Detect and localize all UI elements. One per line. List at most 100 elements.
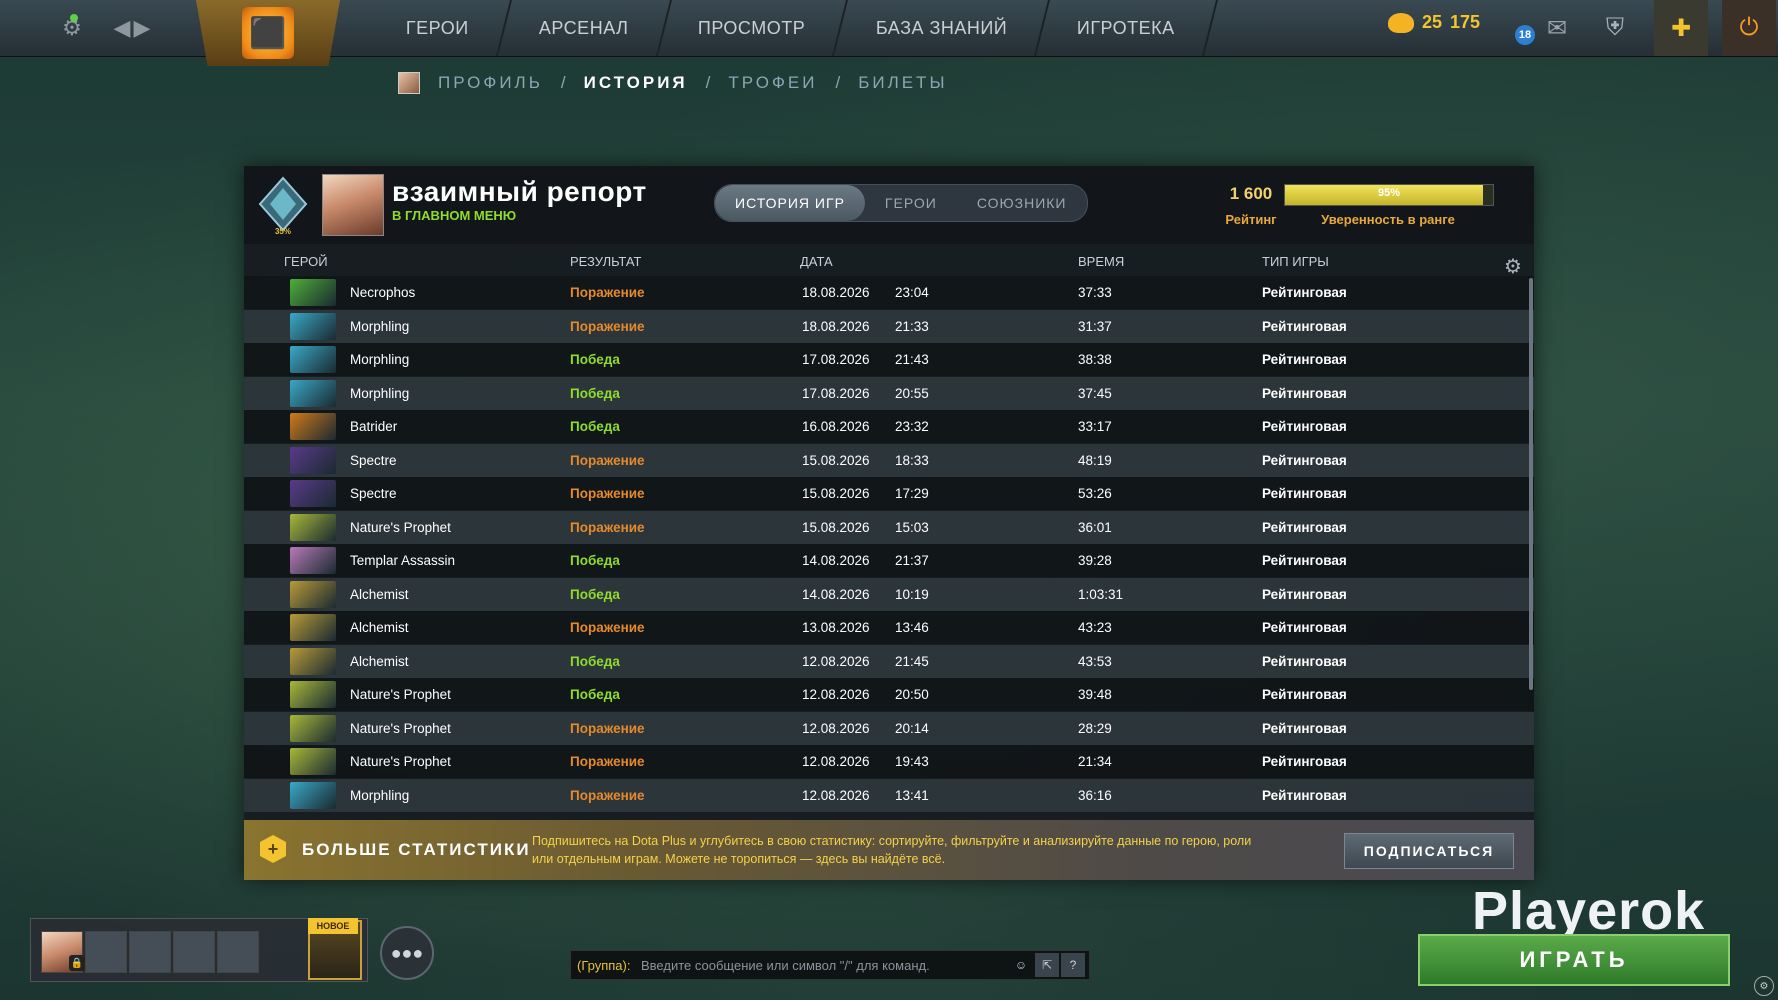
match-result: Победа [570, 653, 620, 669]
match-duration: 31:37 [1078, 318, 1112, 334]
match-result: Поражение [570, 720, 645, 736]
table-row[interactable]: Morphling Победа 17.08.2026 20:55 37:45 Рейти… [244, 376, 1534, 410]
profile-header: 35% взаимный репорт В ГЛАВНОМ МЕНЮ ИСТОР… [244, 166, 1534, 244]
dota-plus-icon: + [260, 835, 286, 863]
emoji-icon[interactable]: ☺ [1009, 953, 1033, 977]
table-row[interactable]: Nature's Prophet Поражение 12.08.2026 19:43… [244, 745, 1534, 778]
hero-name: Nature's Prophet [350, 720, 451, 736]
chat-input[interactable]: (Группа): Введите сообщение или символ "… [570, 950, 1090, 980]
match-result: Победа [570, 687, 620, 702]
table-row[interactable]: Spectre Поражение 15.08.2026 18:33 48:19 Рейт… [244, 443, 1534, 477]
party-slot[interactable] [129, 931, 171, 973]
table-row[interactable]: Nature's Prophet Поражение 15.08.2026 15:03… [244, 510, 1534, 544]
dota-logo-button[interactable]: ⬛ [196, 0, 340, 66]
expand-icon[interactable]: ⇱ [1035, 953, 1059, 977]
tab-allies[interactable]: СОЮЗНИКИ [957, 185, 1087, 221]
match-start-time: 21:43 [895, 352, 929, 367]
play-button[interactable]: ИГРАТЬ [1418, 934, 1730, 986]
info-icon[interactable]: ? [1061, 953, 1085, 977]
rank-confidence-bar: 95% [1284, 184, 1494, 206]
match-duration: 39:28 [1078, 553, 1112, 568]
rank-percent: 35% [275, 227, 291, 236]
match-start-time: 23:32 [895, 419, 929, 434]
match-start-time: 21:37 [895, 553, 929, 568]
armory-icon[interactable]: ⛨ [1588, 0, 1642, 56]
currency-shards: 25 [1422, 12, 1443, 32]
match-start-time: 23:04 [895, 285, 929, 300]
settings-corner-icon[interactable]: ⚙ [1754, 976, 1774, 996]
match-history-panel: 35% взаимный репорт В ГЛАВНОМ МЕНЮ ИСТОР… [244, 166, 1534, 880]
hero-portrait [290, 446, 336, 474]
match-result: Поражение [570, 754, 645, 769]
mail-icon[interactable]: ✉ [1530, 0, 1584, 56]
hero-portrait [290, 647, 336, 675]
power-icon[interactable]: ⏻ [1722, 0, 1776, 56]
nav-knowledge-base[interactable]: БАЗА ЗНАНИЙ [834, 0, 1051, 56]
chat-placeholder: Введите сообщение или символ "/" для ком… [641, 958, 930, 973]
table-row[interactable]: Nature's Prophet Поражение 12.08.2026 20:14… [244, 711, 1534, 745]
hero-portrait [290, 279, 336, 306]
breadcrumb-separator: / [560, 73, 566, 92]
match-mode: Рейтинговая [1262, 452, 1347, 468]
tab-match-history[interactable]: ИСТОРИЯ ИГР [715, 185, 865, 221]
hero-portrait [290, 781, 336, 809]
table-row[interactable]: Spectre Поражение 15.08.2026 17:29 53:26 Рейт… [244, 477, 1534, 510]
table-row[interactable]: Morphling Поражение 18.08.2026 21:33 31:37 Ре… [244, 309, 1534, 343]
dota-logo-icon: ⬛ [242, 7, 294, 59]
breadcrumb-history[interactable]: ИСТОРИЯ [584, 73, 688, 93]
breadcrumb-tickets[interactable]: БИЛЕТЫ [858, 73, 947, 93]
subscribe-button[interactable]: ПОДПИСАТЬСЯ [1344, 833, 1514, 869]
table-row[interactable]: Nature's Prophet Победа 12.08.2026 20:50 39:… [244, 678, 1534, 711]
col-result[interactable]: РЕЗУЛЬТАТ [570, 254, 641, 269]
forward-arrow-icon[interactable]: ▶ [128, 14, 156, 42]
match-mode: Рейтинговая [1262, 285, 1347, 300]
breadcrumb-trophies[interactable]: ТРОФЕИ [728, 73, 817, 93]
table-row[interactable]: Morphling Поражение 12.08.2026 13:41 36:16 Ре… [244, 778, 1534, 812]
avatar[interactable] [322, 174, 384, 236]
table-row[interactable]: Alchemist Поражение 13.08.2026 13:46 43:23 Ре… [244, 611, 1534, 644]
breadcrumb-profile[interactable]: ПРОФИЛЬ [438, 73, 543, 93]
match-duration: 1:03:31 [1078, 586, 1124, 602]
col-time[interactable]: ВРЕМЯ [1078, 254, 1124, 269]
nav-watch[interactable]: ПРОСМОТР [657, 0, 849, 56]
table-row[interactable]: Alchemist Победа 14.08.2026 10:19 1:03:31 Рей… [244, 577, 1534, 611]
nav-armory[interactable]: АРСЕНАЛ [497, 0, 672, 56]
new-badge: НОВОЕ [308, 918, 358, 934]
hero-name: Spectre [350, 486, 397, 501]
new-item-button[interactable]: НОВОЕ [308, 918, 362, 980]
match-duration: 33:17 [1078, 419, 1112, 434]
match-result: Победа [570, 419, 620, 434]
col-hero[interactable]: ГЕРОЙ [284, 254, 328, 269]
top-nav-bar: ⚙ ◀ ▶ ⬛ ГЕРОИ АРСЕНАЛ ПРОСМОТР БАЗА ЗНАН… [0, 0, 1778, 66]
nav-arcade[interactable]: ИГРОТЕКА [1036, 0, 1218, 56]
scrollbar[interactable] [1529, 278, 1533, 690]
match-result: Победа [570, 385, 620, 401]
tab-heroes[interactable]: ГЕРОИ [865, 185, 957, 221]
main-nav: ГЕРОИ АРСЕНАЛ ПРОСМОТР БАЗА ЗНАНИЙ ИГРОТ… [365, 0, 1218, 56]
match-mode: Рейтинговая [1262, 419, 1347, 434]
table-row[interactable]: Batrider Победа 16.08.2026 23:32 33:17 Рейтин… [244, 410, 1534, 443]
party-slot[interactable] [217, 931, 259, 973]
match-mode: Рейтинговая [1262, 754, 1347, 769]
match-date: 12.08.2026 [802, 754, 870, 769]
dota-plus-icon[interactable]: ✚ [1654, 0, 1708, 56]
match-duration: 36:01 [1078, 519, 1112, 535]
friends-icon[interactable]: ●●● [380, 926, 434, 980]
match-date: 12.08.2026 [802, 653, 870, 669]
table-row[interactable]: Morphling Победа 17.08.2026 21:43 38:38 Рейти… [244, 343, 1534, 376]
username: взаимный репорт [392, 176, 647, 207]
gold-coin-icon [1388, 12, 1414, 33]
party-slot[interactable] [85, 931, 127, 973]
nav-heroes[interactable]: ГЕРОИ [365, 0, 512, 56]
hero-portrait [290, 513, 336, 541]
col-date[interactable]: ДАТА [800, 254, 833, 269]
table-row[interactable]: Alchemist Победа 12.08.2026 21:45 43:53 Рейти… [244, 644, 1534, 678]
party-slot[interactable] [173, 931, 215, 973]
col-mode[interactable]: ТИП ИГРЫ [1262, 254, 1329, 269]
match-date: 16.08.2026 [802, 419, 870, 434]
match-date: 14.08.2026 [802, 553, 870, 568]
table-row[interactable]: Templar Assassin Победа 14.08.2026 21:37 39:… [244, 544, 1534, 577]
currency-display[interactable]: 25 175 [1388, 12, 1480, 33]
table-row[interactable]: Necrophos Поражение 18.08.2026 23:04 37:33 Ре… [244, 276, 1534, 309]
match-date: 18.08.2026 [802, 318, 870, 334]
